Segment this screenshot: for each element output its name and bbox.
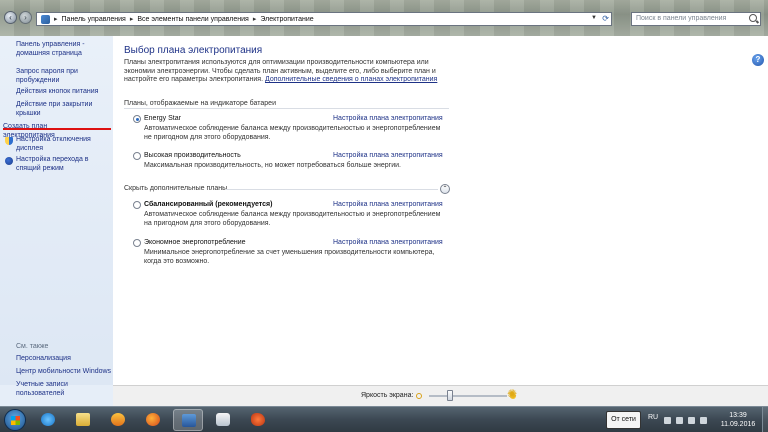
see-also-heading: См. также xyxy=(16,343,49,350)
shield-icon xyxy=(5,137,13,145)
link-personalization[interactable]: Персонализация xyxy=(16,355,112,364)
search-input[interactable]: Поиск в панели управления xyxy=(631,12,761,26)
battery-icon[interactable] xyxy=(676,417,683,424)
taskbar-media-player[interactable] xyxy=(103,409,133,431)
group-hidden-plans: Скрыть дополнительные планы xyxy=(124,185,228,192)
firefox-icon xyxy=(146,413,160,426)
moon-icon xyxy=(5,157,13,165)
plan-settings-link-2[interactable]: Настройка плана электропитания xyxy=(333,152,443,159)
link-control-panel-home[interactable]: Панель управления - домашняя страница xyxy=(16,41,112,58)
more-info-link[interactable]: Дополнительные сведения о планах электро… xyxy=(265,76,437,83)
brightness-slider[interactable] xyxy=(429,395,507,397)
plan-settings-link-1[interactable]: Настройка плана электропитания xyxy=(333,115,443,122)
taskbar-control-panel[interactable] xyxy=(173,409,203,431)
clock-time: 13:39 xyxy=(729,412,747,419)
control-panel-icon xyxy=(41,14,50,24)
collapse-icon[interactable]: ⌃ xyxy=(440,184,450,194)
volume-icon[interactable] xyxy=(700,417,707,424)
taskbar-explorer[interactable] xyxy=(68,409,98,431)
plan-radio-energy-star[interactable] xyxy=(133,115,141,123)
plan-radio-power-saver[interactable] xyxy=(133,239,141,247)
breadcrumb-power-options[interactable]: Электропитание xyxy=(260,16,313,23)
left-task-pane: Панель управления - домашняя страница За… xyxy=(0,36,113,385)
link-user-accounts[interactable]: Учетные записи пользователей xyxy=(16,381,112,398)
plan-settings-link-4[interactable]: Настройка плана электропитания xyxy=(333,239,443,246)
clock[interactable]: 13:39 11.09.2016 xyxy=(716,411,760,429)
status-bar: Яркость экрана: xyxy=(113,385,768,406)
brightness-label: Яркость экрана: xyxy=(361,392,414,399)
link-mobility-center[interactable]: Центр мобильности Windows xyxy=(16,368,112,377)
address-dropdown-icon[interactable]: ▼ xyxy=(591,15,597,21)
sun-small-icon xyxy=(416,393,422,399)
help-icon[interactable]: ? xyxy=(752,54,764,66)
clock-date: 11.09.2016 xyxy=(720,421,756,428)
active-link-underline xyxy=(3,128,111,130)
language-indicator[interactable]: RU xyxy=(648,414,658,421)
sun-large-icon xyxy=(507,387,519,402)
taskbar-app[interactable] xyxy=(243,409,273,431)
breadcrumb-all-items[interactable]: Все элементы панели управления xyxy=(137,16,248,23)
refresh-icon[interactable]: ⟳ xyxy=(602,14,609,23)
page-title: Выбор плана электропитания xyxy=(124,45,263,56)
main-content: ? Выбор плана электропитания Планы элект… xyxy=(113,36,768,385)
breadcrumb-control-panel[interactable]: Панель управления xyxy=(62,16,126,23)
plan-settings-link-3[interactable]: Настройка плана электропитания xyxy=(333,201,443,208)
network-icon[interactable] xyxy=(688,417,695,424)
group-battery-plans: Планы, отображаемые на индикаторе батаре… xyxy=(124,100,276,107)
address-bar[interactable]: ▸ Панель управления ▸ Все элементы панел… xyxy=(36,12,612,26)
brightness-slider-thumb[interactable] xyxy=(447,390,454,401)
link-lid-close[interactable]: Действие при закрытии крышки xyxy=(16,101,112,118)
control-panel-icon xyxy=(182,414,196,427)
link-sleep-settings[interactable]: Настройка перехода в спящий режим xyxy=(16,156,112,173)
start-button[interactable] xyxy=(4,409,26,431)
ie-icon xyxy=(41,413,55,426)
link-power-buttons[interactable]: Действия кнопок питания xyxy=(16,88,112,97)
search-icon[interactable] xyxy=(749,14,757,22)
link-display-off[interactable]: Настройка отключения дисплея xyxy=(16,136,112,153)
intro-text: Планы электропитания используются для оп… xyxy=(124,59,438,83)
app-icon xyxy=(251,413,265,426)
plan-radio-high-performance[interactable] xyxy=(133,152,141,160)
paint-icon xyxy=(216,413,230,426)
plan-radio-balanced[interactable] xyxy=(133,201,141,209)
taskbar-firefox[interactable] xyxy=(138,409,168,431)
taskbar-ie[interactable] xyxy=(33,409,63,431)
back-arrow-icon[interactable]: ‹ xyxy=(4,11,17,24)
window-title-area: ‹ › ▸ Панель управления ▸ Все элементы п… xyxy=(0,0,768,36)
offline-popup[interactable]: От сети xyxy=(606,411,641,429)
tray-arrow-icon[interactable] xyxy=(664,417,671,424)
taskbar-paint[interactable] xyxy=(208,409,238,431)
link-require-password[interactable]: Запрос пароля при пробуждении xyxy=(16,68,112,85)
forward-arrow-icon[interactable]: › xyxy=(19,11,32,24)
show-desktop-button[interactable] xyxy=(762,407,768,432)
taskbar: От сети RU 13:39 11.09.2016 xyxy=(0,406,768,432)
folder-icon xyxy=(76,413,90,426)
media-player-icon xyxy=(111,413,125,426)
